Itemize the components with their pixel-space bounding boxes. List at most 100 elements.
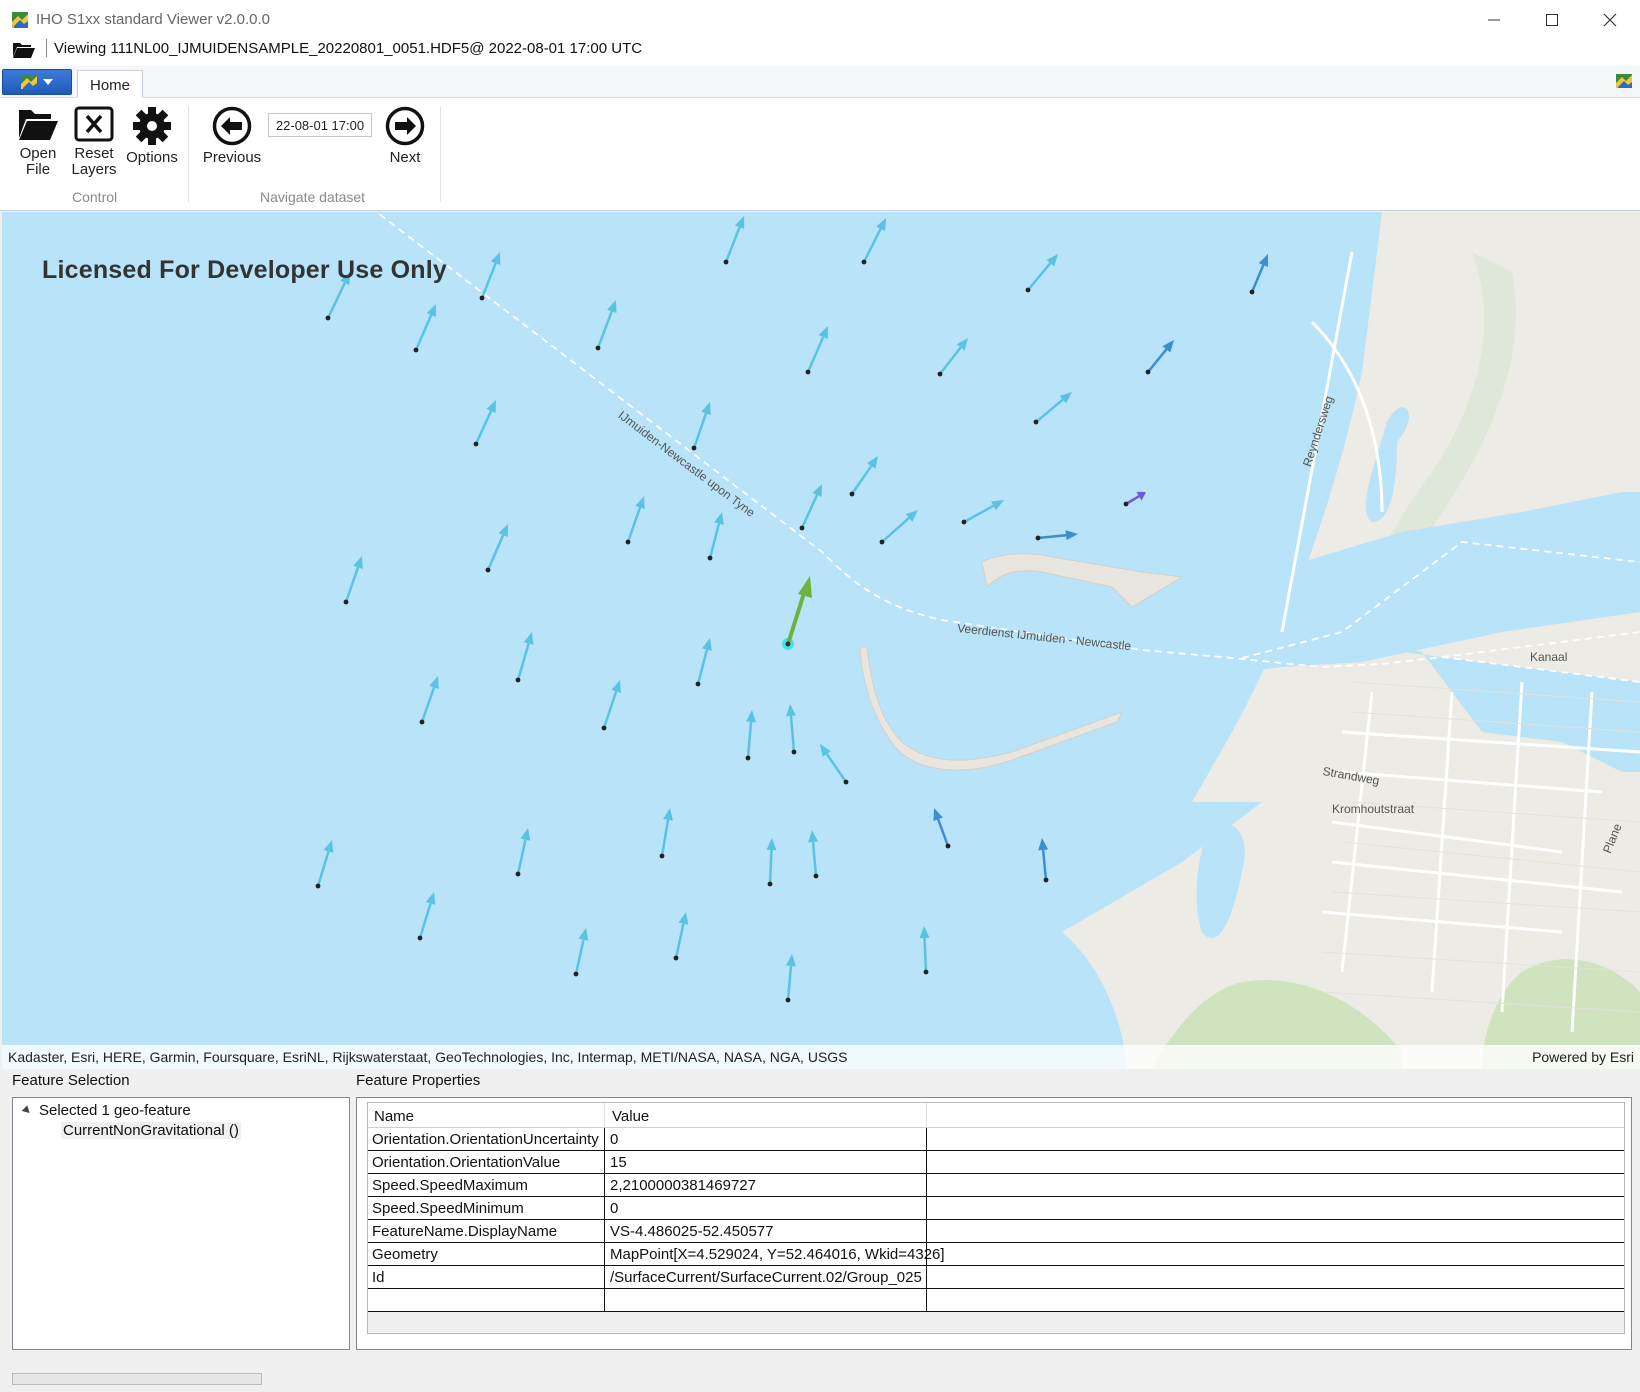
tab-home[interactable]: Home: [77, 70, 143, 99]
property-row[interactable]: Orientation.OrientationValue 15: [368, 1151, 1624, 1174]
cell-divider: [604, 1174, 605, 1197]
reset-layers-label-1: Reset: [74, 145, 114, 162]
tree-root-node[interactable]: Selected 1 geo-feature: [39, 1102, 191, 1119]
property-value-cell: 15: [610, 1154, 627, 1171]
cell-divider: [604, 1266, 605, 1289]
property-row[interactable]: Geometry MapPoint[X=4.529024, Y=52.464016…: [368, 1243, 1624, 1266]
ribbon-group-separator-2: [440, 106, 441, 202]
cell-divider: [604, 1289, 605, 1312]
column-header-name[interactable]: Name: [374, 1108, 414, 1125]
feature-properties-panel: Name Value Orientation.OrientationUncert…: [356, 1097, 1632, 1350]
street-label-kromhoutstraat: Kromhoutstraat: [1332, 802, 1415, 816]
map-canvas[interactable]: [2, 212, 1640, 1069]
cell-divider: [926, 1266, 927, 1289]
cell-divider: [926, 1128, 927, 1151]
map-attribution-bar: Kadaster, Esri, HERE, Garmin, Foursquare…: [2, 1045, 1640, 1069]
maximize-icon: [1546, 14, 1558, 26]
previous-label: Previous: [202, 149, 262, 166]
viewing-text: Viewing 111NL00_IJMUIDENSAMPLE_20220801_…: [54, 40, 643, 57]
map-label-kanaal: Kanaal: [1530, 650, 1568, 664]
close-button[interactable]: [1582, 0, 1638, 40]
property-name-cell: Speed.SpeedMinimum: [372, 1200, 524, 1217]
column-header-value[interactable]: Value: [612, 1108, 649, 1125]
property-row[interactable]: Id/SurfaceCurrent/SurfaceCurrent.02/Grou…: [368, 1266, 1624, 1289]
open-file-label-2: File: [25, 161, 51, 178]
cell-divider: [926, 1220, 927, 1243]
date-selector-input[interactable]: 22-08-01 17:00: [268, 113, 372, 137]
property-value-cell: MapPoint[X=4.529024, Y=52.464016, Wkid=4…: [610, 1246, 945, 1263]
open-file-button[interactable]: Open File: [14, 106, 62, 178]
app-window: IHO S1xx standard Viewer v2.0.0.0 Viewin…: [0, 0, 1640, 1392]
property-row[interactable]: Speed.SpeedMaximum 2,2100000381469727: [368, 1174, 1624, 1197]
cell-divider: [926, 1243, 927, 1266]
cell-divider: [926, 1174, 927, 1197]
previous-button[interactable]: Previous: [200, 106, 264, 166]
tree-expander-icon[interactable]: [21, 1105, 33, 1116]
minimize-icon: [1488, 19, 1500, 21]
cell-divider: [604, 1151, 605, 1174]
folder-open-icon: [19, 110, 58, 140]
open-folder-icon[interactable]: [12, 41, 36, 59]
feature-selection-tree[interactable]: Selected 1 geo-feature CurrentNonGravita…: [12, 1097, 350, 1350]
property-value-cell: /SurfaceCurrent/SurfaceCurrent.02/Group_…: [610, 1269, 922, 1286]
chevron-down-icon: [43, 79, 53, 85]
next-button[interactable]: Next: [378, 106, 432, 166]
property-name-cell: Speed.SpeedMaximum: [372, 1177, 528, 1194]
progress-bar: [12, 1373, 262, 1385]
ribbon-home-panel: Open File Reset Layers Options Control P…: [0, 98, 1640, 211]
cell-divider: [926, 1197, 927, 1220]
cell-divider: [604, 1243, 605, 1266]
options-button[interactable]: Options: [124, 106, 180, 166]
maximize-button[interactable]: [1524, 0, 1580, 40]
application-menu-button[interactable]: [2, 69, 72, 95]
minimize-button[interactable]: [1466, 0, 1522, 40]
property-row[interactable]: FeatureName.DisplayName VS-4.486025-52.45…: [368, 1220, 1624, 1243]
reset-layers-button[interactable]: Reset Layers: [68, 106, 120, 178]
reset-layers-label-2: Layers: [71, 161, 117, 178]
feature-properties-title: Feature Properties: [356, 1072, 481, 1089]
arrow-right-circle-icon: [385, 106, 425, 146]
status-bar: [0, 1350, 1640, 1392]
license-watermark: Licensed For Developer Use Only: [42, 256, 447, 284]
property-name-cell: Id: [372, 1269, 385, 1286]
property-row[interactable]: Speed.SpeedMinimum 0: [368, 1197, 1624, 1220]
tree-child-node[interactable]: CurrentNonGravitational (): [61, 1122, 241, 1139]
property-name-cell: FeatureName.DisplayName: [372, 1223, 558, 1240]
ribbon-tab-strip: Home: [0, 66, 1640, 99]
feature-selection-title: Feature Selection: [12, 1072, 130, 1089]
group-label-control: Control: [72, 189, 118, 205]
title-bar: IHO S1xx standard Viewer v2.0.0.0: [0, 0, 1640, 40]
cell-divider: [926, 1151, 927, 1174]
cell-divider: [604, 1220, 605, 1243]
next-label: Next: [389, 149, 421, 166]
property-value-cell: 2,2100000381469727: [610, 1177, 756, 1194]
group-label-navigate: Navigate dataset: [260, 189, 366, 205]
reset-x-box-icon: [74, 106, 114, 142]
property-name-cell: Orientation.OrientationValue: [372, 1154, 561, 1171]
viewing-bar: Viewing 111NL00_IJMUIDENSAMPLE_20220801_…: [0, 36, 1640, 66]
properties-grid-header: Name Value: [368, 1103, 1624, 1128]
property-value-cell: 0: [610, 1131, 619, 1148]
app-logo-icon: [12, 12, 28, 28]
property-value-cell: VS-4.486025-52.450577: [610, 1223, 774, 1240]
window-title: IHO S1xx standard Viewer v2.0.0.0: [36, 11, 271, 28]
close-icon: [1603, 13, 1617, 27]
attribution-text: Kadaster, Esri, HERE, Garmin, Foursquare…: [8, 1049, 848, 1065]
property-value-cell: 0: [610, 1200, 619, 1217]
properties-grid[interactable]: Name Value Orientation.OrientationUncert…: [367, 1102, 1625, 1334]
ribbon-group-separator: [188, 106, 189, 202]
property-row[interactable]: [368, 1289, 1624, 1312]
header-separator: [604, 1103, 605, 1128]
powered-by-esri[interactable]: Powered by Esri: [1532, 1049, 1634, 1065]
app-logo-small-icon: [1616, 74, 1632, 88]
map-view[interactable]: Licensed For Developer Use Only IJmuiden…: [2, 212, 1640, 1069]
open-file-label-1: Open: [19, 145, 57, 162]
cell-divider: [604, 1197, 605, 1220]
bottom-panels: Feature Selection Selected 1 geo-feature…: [0, 1070, 1640, 1392]
gear-icon: [133, 107, 171, 145]
header-separator-2: [926, 1103, 927, 1128]
property-name-cell: Geometry: [372, 1246, 438, 1263]
arrow-left-circle-icon: [212, 106, 252, 146]
property-row[interactable]: Orientation.OrientationUncertainty 0: [368, 1128, 1624, 1151]
property-name-cell: Orientation.OrientationUncertainty: [372, 1131, 599, 1148]
